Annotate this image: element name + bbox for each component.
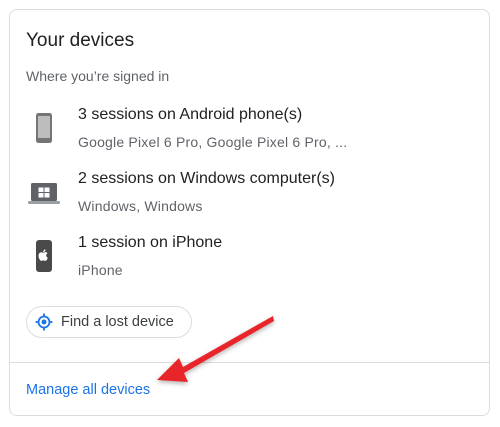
device-name: 3 sessions on Android phone(s) xyxy=(78,106,303,123)
device-detail: iPhone xyxy=(78,262,123,278)
android-phone-icon xyxy=(28,108,60,148)
card-title: Your devices xyxy=(26,30,135,51)
device-row-windows[interactable]: 2 sessions on Windows computer(s) Window… xyxy=(10,170,489,226)
manage-all-devices-link[interactable]: Manage all devices xyxy=(26,382,150,398)
device-row-android[interactable]: 3 sessions on Android phone(s) Google Pi… xyxy=(10,106,489,162)
find-lost-device-button[interactable]: Find a lost device xyxy=(26,306,192,338)
device-name: 1 session on iPhone xyxy=(78,234,223,251)
iphone-icon xyxy=(28,236,60,276)
locate-icon xyxy=(35,313,53,331)
find-lost-device-label: Find a lost device xyxy=(61,314,174,330)
devices-card: Your devices Where you’re signed in 3 se… xyxy=(9,9,490,416)
device-detail: Google Pixel 6 Pro, Google Pixel 6 Pro, … xyxy=(78,134,348,150)
device-detail: Windows, Windows xyxy=(78,198,203,214)
divider xyxy=(10,362,489,363)
device-row-iphone[interactable]: 1 session on iPhone iPhone xyxy=(10,234,489,290)
windows-laptop-icon xyxy=(26,174,62,214)
card-subtitle: Where you’re signed in xyxy=(26,68,170,84)
device-name: 2 sessions on Windows computer(s) xyxy=(78,170,335,187)
